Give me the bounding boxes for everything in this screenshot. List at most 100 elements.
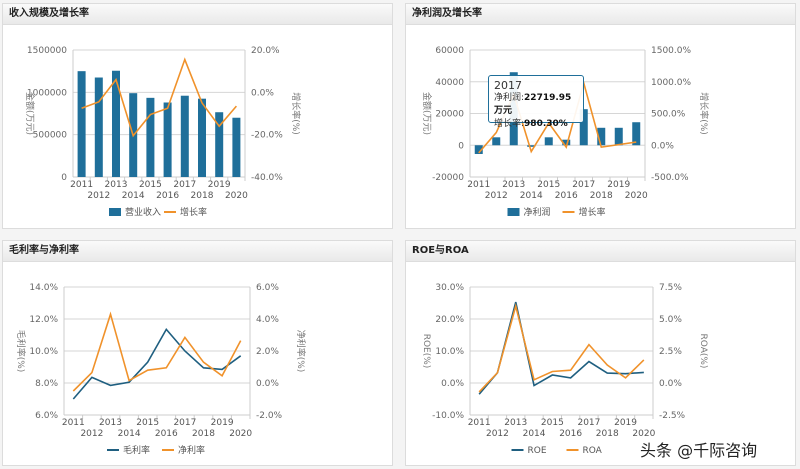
series-line xyxy=(72,328,242,400)
x-tick-label: 2013 xyxy=(504,418,527,428)
bar xyxy=(94,77,103,177)
y2-tick-label: -2.5% xyxy=(659,411,686,421)
y-axis-title: ROE(%) xyxy=(421,334,431,369)
bar xyxy=(77,71,86,177)
y-tick-label: 20.0% xyxy=(435,315,464,325)
bar xyxy=(180,95,189,177)
x-tick-label: 2018 xyxy=(192,429,215,439)
x-tick-label: 2015 xyxy=(139,180,162,190)
x-tick-label: 2020 xyxy=(229,429,252,439)
y2-axis-title: 增长率(%) xyxy=(698,92,710,135)
y2-tick-label: 1000.0% xyxy=(651,78,691,88)
bar xyxy=(232,117,241,177)
y2-tick-label: 6.0% xyxy=(256,283,279,293)
x-tick-label: 2013 xyxy=(99,418,122,428)
legend-label: 营业收入 xyxy=(125,206,161,218)
x-tick-label: 2012 xyxy=(80,429,103,439)
x-tick-label: 2011 xyxy=(70,180,93,190)
charts-canvas: 050000010000001500000-40.0%-20.0%0.0%20.… xyxy=(15,46,710,456)
y2-axis-title: 净利率(%) xyxy=(295,330,307,373)
y-tick-label: 8.0% xyxy=(35,379,58,389)
y-tick-label: 1500000 xyxy=(27,46,67,56)
x-tick-label: 2014 xyxy=(118,429,141,439)
y-tick-label: 500000 xyxy=(33,131,68,141)
legend-label: ROA xyxy=(583,446,603,456)
x-tick-label: 2014 xyxy=(122,191,145,201)
x-tick-label: 2017 xyxy=(173,418,196,428)
y-tick-label: -10.0% xyxy=(432,411,464,421)
x-tick-label: 2018 xyxy=(191,191,214,201)
tooltip-label: 增长率: xyxy=(494,119,525,129)
y2-tick-label: 2.0% xyxy=(256,347,279,357)
legend-label: 增长率 xyxy=(180,206,207,218)
y-tick-label: 0 xyxy=(61,173,67,183)
legend-swatch xyxy=(507,208,520,216)
x-tick-label: 2020 xyxy=(625,191,648,201)
x-tick-label: 2018 xyxy=(590,191,613,201)
y2-tick-label: 7.5% xyxy=(659,283,682,293)
bar xyxy=(146,97,155,177)
x-tick-label: 2016 xyxy=(555,191,578,201)
legend-label: 净利润 xyxy=(524,206,551,218)
x-tick-label: 2017 xyxy=(577,418,600,428)
y-axis-title: 毛利率(%) xyxy=(15,330,27,373)
y2-tick-label: 0.0% xyxy=(251,88,274,98)
x-tick-label: 2013 xyxy=(105,180,128,190)
y-tick-label: 0 xyxy=(458,141,464,151)
y2-tick-label: 1500.0% xyxy=(651,46,691,56)
y-tick-label: 60000 xyxy=(435,46,464,56)
y2-axis-title: 增长率(%) xyxy=(290,92,302,135)
x-tick-label: 2019 xyxy=(614,418,637,428)
legend-label: 增长率 xyxy=(579,206,606,218)
y2-tick-label: 20.0% xyxy=(251,46,280,56)
y-tick-label: 10.0% xyxy=(29,347,58,357)
y-tick-label: 30.0% xyxy=(435,283,464,293)
y2-tick-label: -2.0% xyxy=(256,411,283,421)
y2-tick-label: 0.0% xyxy=(651,141,674,151)
x-tick-label: 2017 xyxy=(173,180,196,190)
x-tick-label: 2012 xyxy=(486,429,509,439)
bar xyxy=(198,98,206,177)
tooltip-label: 净利润: xyxy=(494,93,525,103)
y2-axis-title: ROA(%) xyxy=(698,334,708,369)
x-tick-label: 2013 xyxy=(502,180,525,190)
legend-label: ROE xyxy=(528,446,547,456)
series-line xyxy=(81,57,238,138)
y2-tick-label: 5.0% xyxy=(659,315,682,325)
x-tick-label: 2018 xyxy=(596,429,619,439)
y2-tick-label: -500.0% xyxy=(651,173,689,183)
y-tick-label: 20000 xyxy=(435,110,464,120)
x-tick-label: 2016 xyxy=(156,191,179,201)
x-tick-label: 2012 xyxy=(485,191,508,201)
x-tick-label: 2020 xyxy=(225,191,248,201)
x-tick-label: 2019 xyxy=(211,418,234,428)
y2-tick-label: 4.0% xyxy=(256,315,279,325)
y-axis-title: 金额(万元) xyxy=(24,92,36,135)
y-tick-label: 6.0% xyxy=(35,411,58,421)
y-tick-label: 10.0% xyxy=(435,347,464,357)
watermark: 头条 @千际咨询 xyxy=(640,441,758,460)
x-tick-label: 2012 xyxy=(87,191,110,201)
y-tick-label: 14.0% xyxy=(29,283,58,293)
y-tick-label: 40000 xyxy=(435,78,464,88)
y2-tick-label: 0.0% xyxy=(659,379,682,389)
legend-label: 毛利率 xyxy=(123,444,150,456)
tooltip-year: 2017 xyxy=(494,79,522,92)
x-tick-label: 2015 xyxy=(541,418,564,428)
x-tick-label: 2019 xyxy=(607,180,630,190)
bar xyxy=(544,137,553,146)
y2-tick-label: -40.0% xyxy=(251,173,283,183)
x-tick-label: 2014 xyxy=(520,191,543,201)
bar xyxy=(163,102,172,177)
x-tick-label: 2015 xyxy=(537,180,560,190)
tooltip: 2017 净利润:22719.95万元 增长率:980.30% xyxy=(488,75,584,129)
x-tick-label: 2011 xyxy=(467,180,490,190)
y-axis-title: 金额(万元) xyxy=(421,92,433,135)
x-tick-label: 2019 xyxy=(208,180,231,190)
x-tick-label: 2015 xyxy=(136,418,159,428)
x-tick-label: 2016 xyxy=(559,429,582,439)
y-tick-label: 12.0% xyxy=(29,315,58,325)
y2-tick-label: 2.5% xyxy=(659,347,682,357)
y2-tick-label: 500.0% xyxy=(651,110,686,120)
y-tick-label: 0.0% xyxy=(441,379,464,389)
